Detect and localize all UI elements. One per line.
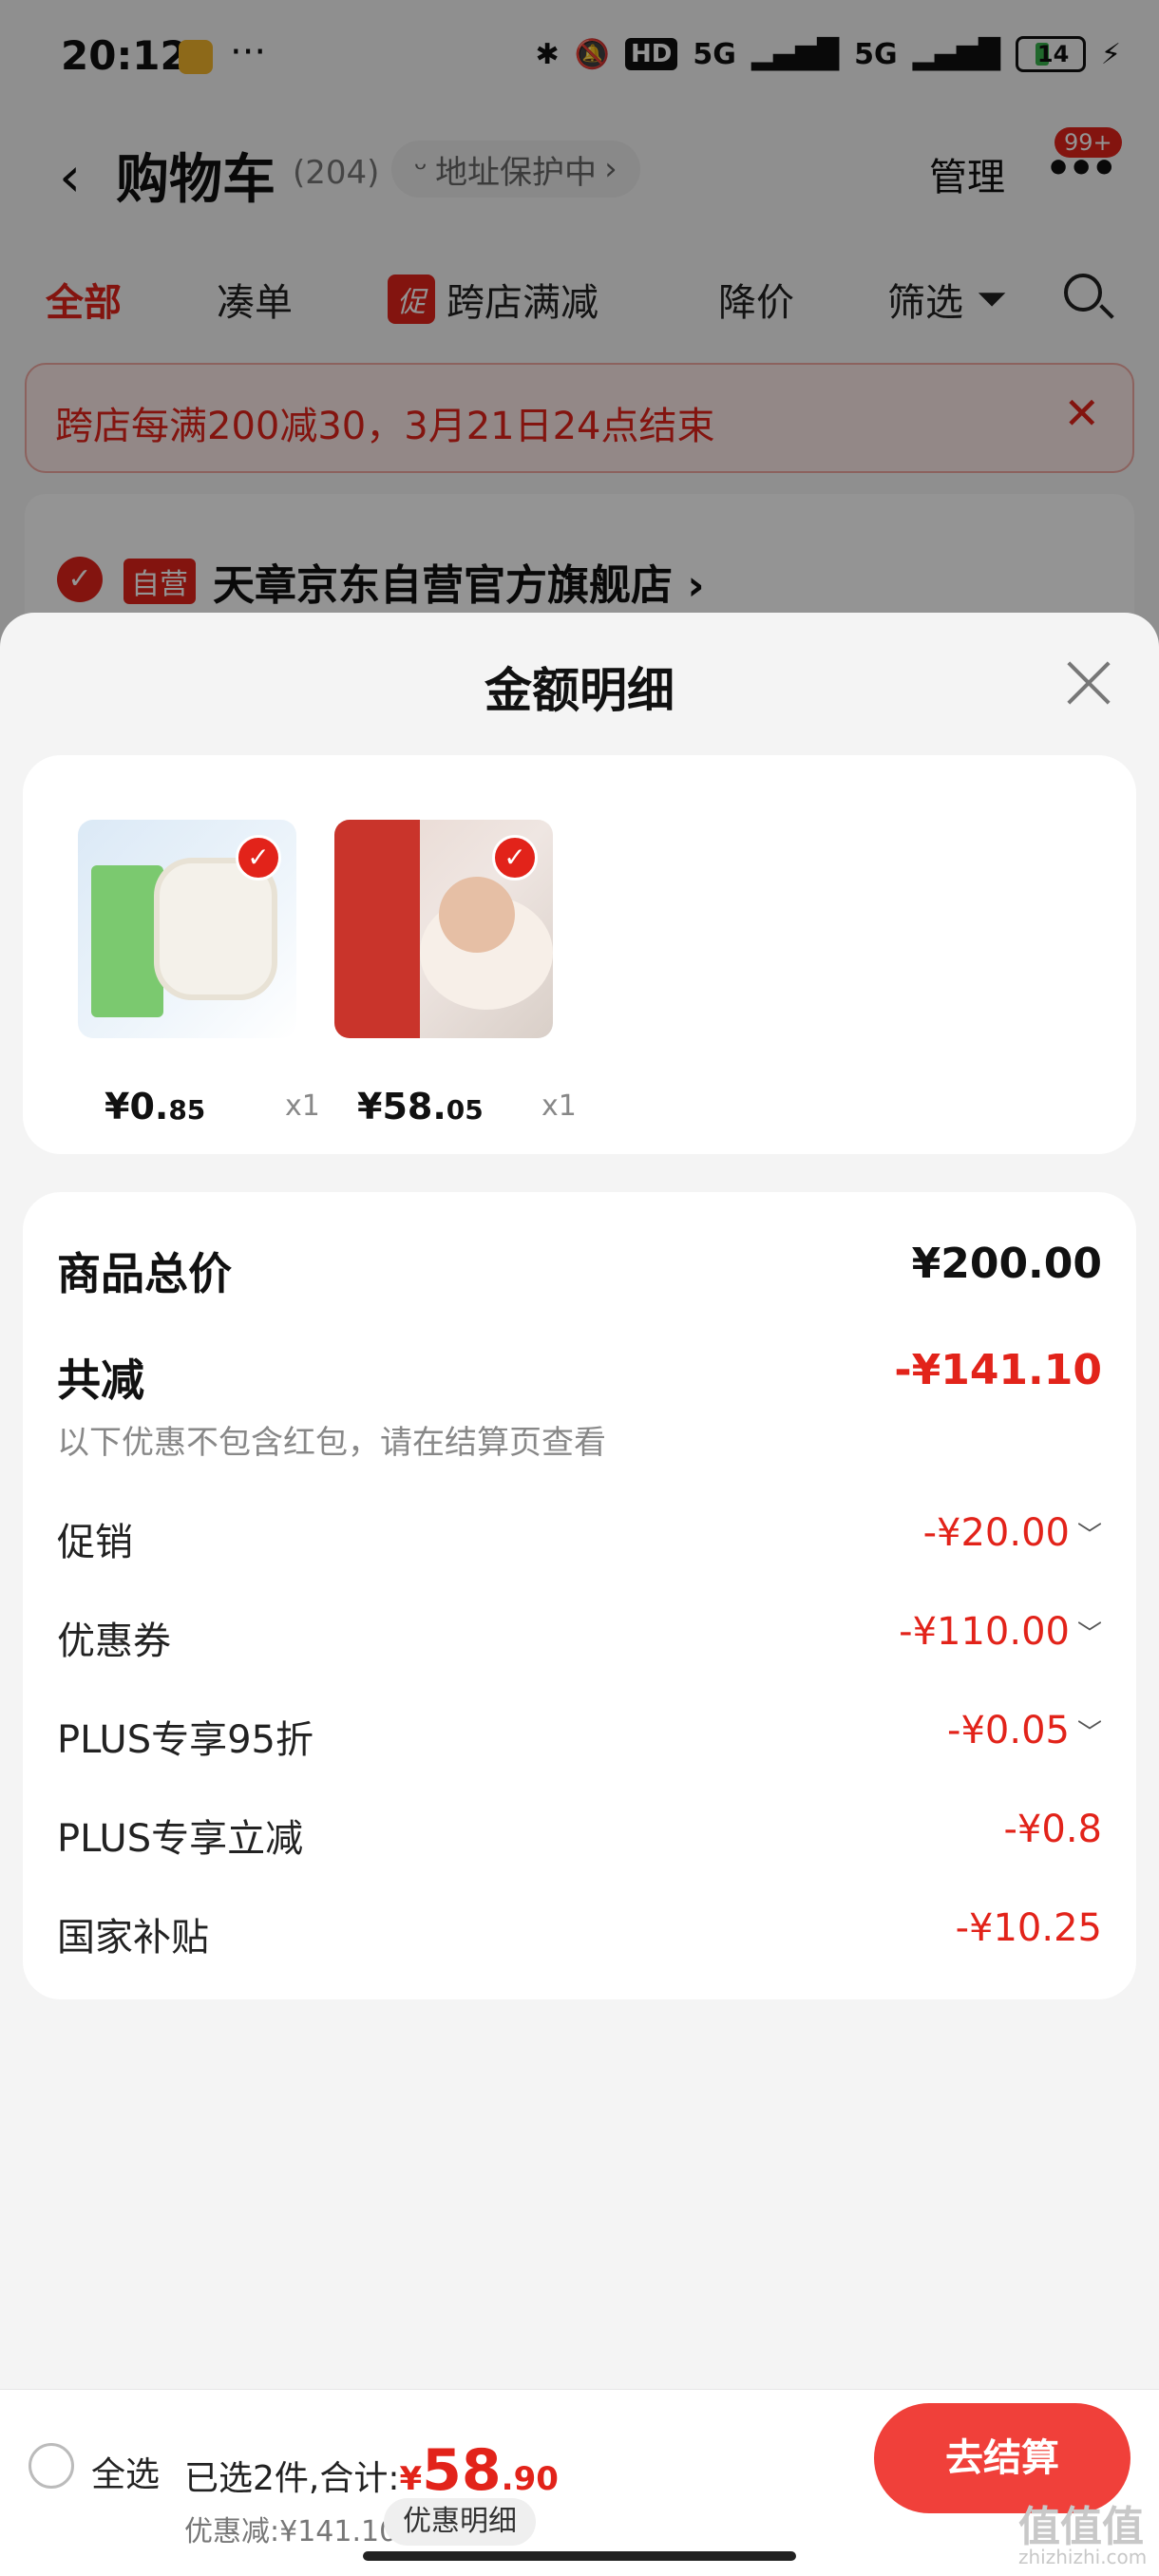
total-reduction-label: 共减 (57, 1354, 144, 1406)
discount-total-text: 优惠减:¥141.10 (184, 2515, 398, 2548)
close-icon[interactable] (1060, 654, 1117, 711)
discount-value: -¥20.00 (922, 1511, 1070, 1555)
discount-label: 促销 (57, 1521, 133, 1564)
select-all-checkbox[interactable] (28, 2443, 74, 2489)
product-quantity: x1 (542, 1089, 577, 1123)
discount-value: -¥0.05 (947, 1709, 1070, 1752)
discount-value: -¥0.8 (1003, 1808, 1103, 1851)
discount-value: -¥10.25 (955, 1906, 1102, 1950)
watermark-logo: 值值值 (1018, 2503, 1144, 2551)
chevron-down-icon: ﹀ (1076, 1619, 1102, 1649)
price-summary-card: 商品总价 ¥200.00 共减 -¥141.10 以下优惠不包含红包，请在结算页… (23, 1192, 1136, 1999)
watermark-url: zhizhizhi.com (1018, 2546, 1148, 2568)
discount-label: PLUS专享95折 (57, 1718, 314, 1762)
selected-products-card: ✓ ¥0.85 x1 ✓ ¥58.05 x1 (23, 755, 1136, 1154)
selected-summary: 已选2件,合计: ¥58.90 (184, 2437, 559, 2504)
total-amount: ¥58.90 (399, 2437, 559, 2504)
total-reduction-value: -¥141.10 (894, 1346, 1102, 1394)
product-item[interactable]: ✓ ¥0.85 x1 (78, 820, 320, 1127)
total-price-value: ¥200.00 (911, 1240, 1102, 1288)
modal-overlay[interactable] (0, 0, 1159, 665)
total-price-label: 商品总价 (57, 1248, 232, 1299)
product-image: ✓ (78, 820, 296, 1038)
product-image: ✓ (334, 820, 553, 1038)
product-price: ¥0.85 (104, 1086, 206, 1127)
checkout-bar: 全选 已选2件,合计: ¥58.90 优惠减:¥141.10 优惠明细 去结算 … (0, 2389, 1159, 2576)
discount-label: PLUS专享立减 (57, 1817, 304, 1861)
product-price: ¥58.05 (357, 1086, 484, 1127)
chevron-down-icon: ﹀ (1076, 1718, 1102, 1748)
product-quantity: x1 (285, 1089, 320, 1123)
select-all-label[interactable]: 全选 (91, 2447, 160, 2496)
chevron-down-icon: ﹀ (1076, 1521, 1102, 1550)
discount-value: -¥110.00 (899, 1610, 1070, 1654)
discount-label: 优惠券 (57, 1619, 171, 1663)
sheet-title: 金额明细 (484, 663, 674, 718)
product-checkmark-icon: ✓ (236, 835, 281, 881)
product-item[interactable]: ✓ ¥58.05 x1 (334, 820, 577, 1127)
discount-label: 国家补贴 (57, 1916, 209, 1960)
discount-detail-button[interactable]: 优惠明细 (384, 2498, 536, 2546)
amount-detail-sheet: 金额明细 ✓ ¥0.85 x1 ✓ ¥58.05 x1 商品总价 ¥200.00… (0, 613, 1159, 2389)
product-checkmark-icon: ✓ (492, 835, 538, 881)
selected-count-text: 已选2件,合计: (184, 2459, 400, 2498)
reduction-note: 以下优惠不包含红包，请在结算页查看 (57, 1424, 606, 1462)
home-indicator[interactable] (363, 2551, 796, 2561)
